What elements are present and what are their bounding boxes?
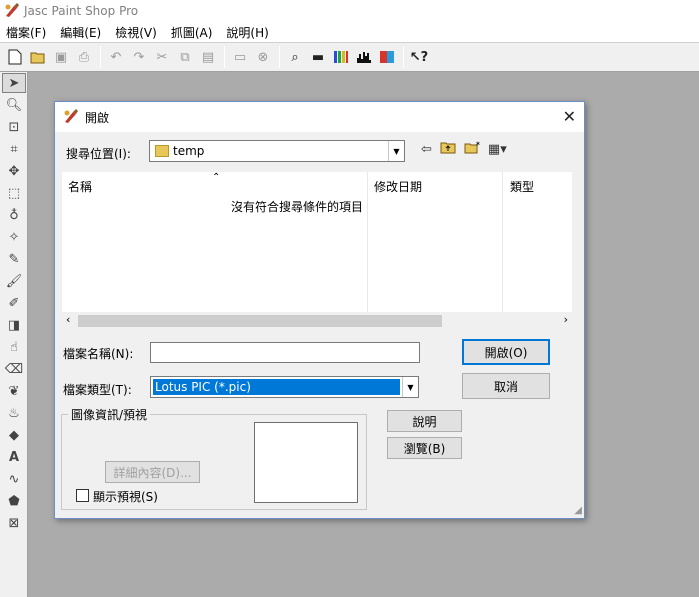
- toolbar-separator: [224, 46, 225, 68]
- image-info-group-label: 圖像資訊/預視: [68, 406, 151, 423]
- filename-input[interactable]: [150, 342, 420, 363]
- deform-tool-icon[interactable]: ⊡: [2, 117, 26, 137]
- filetype-value: Lotus PIC (*.pic): [153, 379, 400, 395]
- toolbar-separator: [100, 46, 101, 68]
- menu-edit[interactable]: 編輯(E): [60, 24, 101, 41]
- back-arrow-icon[interactable]: ⇦: [421, 142, 432, 157]
- tool-palette: ➤ 🔍︎ ⊡ ⌗ ✥ ⬚ ♁ ✧ ✎ 🖌︎ ✐ ◨ ☝ ⌫ ❦ ♨ ◆ A ∿ …: [0, 72, 28, 597]
- menu-help[interactable]: 說明(H): [226, 24, 268, 41]
- filetype-label: 檔案類型(T):: [63, 383, 132, 397]
- nav-toolbar: ⇦ ✶ ▦▾: [421, 140, 515, 158]
- dropper-tool-icon[interactable]: ✎: [2, 249, 26, 269]
- clone-brush-icon[interactable]: ✐: [2, 293, 26, 313]
- preset-shapes-icon[interactable]: ⬟: [2, 491, 26, 511]
- browse-button[interactable]: 瀏覽(B): [387, 437, 462, 459]
- details-button[interactable]: 詳細內容(D)...: [105, 461, 200, 483]
- flood-fill-icon[interactable]: ◆: [2, 425, 26, 445]
- color-replacer-icon[interactable]: ◨: [2, 315, 26, 335]
- close-icon[interactable]: ✕: [563, 107, 576, 126]
- folder-icon: [155, 145, 169, 157]
- paintbrush-tool-icon[interactable]: 🖌︎: [2, 271, 26, 291]
- color-palette-icon[interactable]: [330, 46, 352, 68]
- scroll-right-icon[interactable]: ›: [564, 313, 568, 326]
- horizontal-scrollbar[interactable]: ‹ ›: [62, 312, 572, 330]
- menu-view[interactable]: 檢視(V): [115, 24, 157, 41]
- svg-text:✶: ✶: [475, 141, 480, 148]
- column-header-modified[interactable]: 修改日期: [374, 178, 422, 195]
- dialog-title: 開啟: [85, 110, 110, 125]
- print-icon[interactable]: ⎙: [73, 46, 95, 68]
- open-button[interactable]: 開啟(O): [462, 339, 550, 365]
- draw-tool-icon[interactable]: ∿: [2, 469, 26, 489]
- image-preview-box: [254, 422, 358, 503]
- mover-tool-icon[interactable]: ✥: [2, 161, 26, 181]
- monitor-icon[interactable]: ▭: [229, 46, 251, 68]
- look-in-label: 搜尋位置(I):: [66, 147, 131, 161]
- column-divider: [502, 172, 503, 312]
- magic-wand-icon[interactable]: ✧: [2, 227, 26, 247]
- filetype-combo[interactable]: Lotus PIC (*.pic) ▼: [150, 376, 419, 398]
- psp-logo-icon: [4, 2, 20, 21]
- scroll-left-icon[interactable]: ‹: [66, 313, 70, 326]
- menu-file[interactable]: 檔案(F): [6, 24, 46, 41]
- sort-caret-icon: ⌃: [212, 172, 221, 183]
- view-menu-icon[interactable]: ▦▾: [488, 142, 507, 157]
- retouch-tool-icon[interactable]: ☝: [2, 337, 26, 357]
- column-header-name[interactable]: 名稱: [68, 178, 92, 195]
- context-help-icon[interactable]: ↖?: [408, 46, 430, 68]
- layers-icon[interactable]: [376, 46, 398, 68]
- selection-tool-icon[interactable]: ⬚: [2, 183, 26, 203]
- copy-icon[interactable]: ⧉: [174, 46, 196, 68]
- show-preview-label: 顯示預視(S): [93, 490, 158, 504]
- text-tool-icon[interactable]: A: [2, 447, 26, 467]
- filename-label: 檔案名稱(N):: [63, 347, 134, 361]
- picture-tube-icon[interactable]: ❦: [2, 381, 26, 401]
- vector-object-icon[interactable]: ⊠: [2, 513, 26, 533]
- column-divider: [367, 172, 368, 312]
- scroll-thumb[interactable]: [78, 315, 442, 327]
- chevron-down-icon[interactable]: ▼: [402, 377, 418, 397]
- toolbar-toggle-icon[interactable]: ▬: [307, 46, 329, 68]
- up-folder-icon[interactable]: [440, 141, 456, 158]
- toolbar-separator: [403, 46, 404, 68]
- help-button[interactable]: 說明: [387, 410, 462, 432]
- save-icon[interactable]: ▣: [50, 46, 72, 68]
- histogram-icon[interactable]: [353, 46, 375, 68]
- column-header-type[interactable]: 類型: [510, 178, 534, 195]
- arrow-tool-icon[interactable]: ➤: [2, 73, 26, 93]
- lasso-tool-icon[interactable]: ♁: [2, 205, 26, 225]
- redo-icon[interactable]: ↷: [128, 46, 150, 68]
- airbrush-tool-icon[interactable]: ♨: [2, 403, 26, 423]
- paste-icon[interactable]: ▤: [197, 46, 219, 68]
- eraser-tool-icon[interactable]: ⌫: [2, 359, 26, 379]
- look-in-value: temp: [173, 144, 205, 158]
- empty-list-message: 沒有符合搜尋條件的項目: [230, 200, 363, 214]
- chevron-down-icon[interactable]: ▼: [388, 141, 404, 161]
- zoom-tool-icon[interactable]: 🔍︎: [2, 95, 26, 115]
- look-in-combo[interactable]: temp ▼: [149, 140, 405, 162]
- main-toolbar: ▣ ⎙ ↶ ↷ ✂ ⧉ ▤ ▭ ⊗ ⌕ ▬ ↖?: [0, 42, 699, 72]
- app-titlebar: Jasc Paint Shop Pro: [0, 0, 699, 22]
- psp-logo-icon: [63, 108, 79, 127]
- app-title: Jasc Paint Shop Pro: [24, 4, 139, 18]
- open-dialog: 開啟 ✕ 搜尋位置(I): temp ▼ ⇦ ✶ ▦▾ 名稱 ⌃ 修改日期 類型…: [54, 101, 585, 519]
- crop-tool-icon[interactable]: ⌗: [2, 139, 26, 159]
- cut-icon[interactable]: ✂: [151, 46, 173, 68]
- menu-capture[interactable]: 抓圖(A): [171, 24, 213, 41]
- menu-bar: 檔案(F) 編輯(E) 檢視(V) 抓圖(A) 說明(H): [0, 22, 699, 42]
- resize-grip-icon[interactable]: ◢: [574, 505, 582, 516]
- capture-icon[interactable]: ⊗: [252, 46, 274, 68]
- cancel-button[interactable]: 取消: [462, 373, 550, 399]
- zoom-icon[interactable]: ⌕: [284, 46, 306, 68]
- show-preview-checkbox[interactable]: [76, 489, 89, 502]
- file-list[interactable]: 名稱 ⌃ 修改日期 類型 沒有符合搜尋條件的項目 ‹ ›: [62, 172, 572, 330]
- dialog-titlebar: 開啟 ✕: [55, 102, 584, 132]
- toolbar-separator: [279, 46, 280, 68]
- undo-icon[interactable]: ↶: [105, 46, 127, 68]
- new-file-icon[interactable]: [4, 46, 26, 68]
- open-folder-icon[interactable]: [27, 46, 49, 68]
- new-folder-icon[interactable]: ✶: [464, 140, 481, 158]
